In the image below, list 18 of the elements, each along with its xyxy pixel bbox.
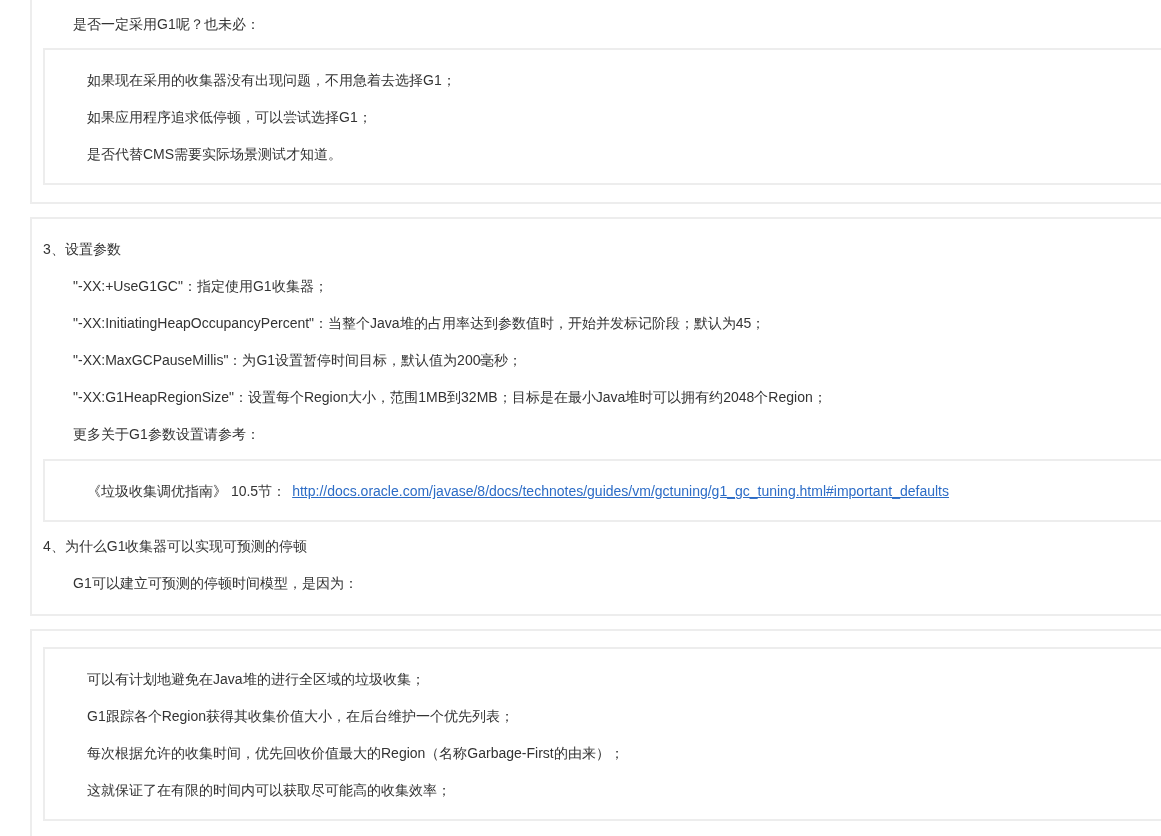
- quote-line: G1跟踪各个Region获得其收集价值大小，在后台维护一个优先列表；: [87, 707, 516, 726]
- quote-line: 如果应用程序追求低停顿，可以尝试选择G1；: [87, 108, 373, 127]
- quote-line: 是否代替CMS需要实际场景测试才知道。: [87, 145, 344, 164]
- section-heading: 4、为什么G1收集器可以实现可预测的停顿: [43, 537, 309, 556]
- reference-text: 《垃圾收集调优指南》 10.5节：: [87, 483, 287, 499]
- paragraph-text: "-XX:G1HeapRegionSize"：设置每个Region大小，范围1MB到32MB；目标是在最小Java堆时可以拥有约2048个Region；: [72, 388, 828, 407]
- quote-line: 每次根据允许的收集时间，优先回收价值最大的Region（名称Garbage-First的由来）；: [87, 744, 625, 763]
- paragraph-text: "-XX:+UseG1GC"：指定使用G1收集器；: [72, 277, 329, 296]
- paragraph-text: "-XX:MaxGCPauseMillis"：为G1设置暂停时间目标，默认值为200毫秒；: [72, 351, 524, 370]
- paragraph-text: G1可以建立可预测的停顿时间模型，是因为：: [72, 574, 359, 593]
- paragraph-text: 是否一定采用G1呢？也未必：: [72, 15, 261, 34]
- paragraph-text: 更多关于G1参数设置请参考：: [72, 425, 261, 444]
- section-heading: 3、设置参数: [43, 240, 122, 259]
- quote-line: 这就保证了在有限的时间内可以获取尽可能高的收集效率；: [87, 781, 452, 800]
- quote-line: 如果现在采用的收集器没有出现问题，不用急着去选择G1；: [87, 71, 457, 90]
- quote-line: 可以有计划地避免在Java堆的进行全区域的垃圾收集；: [87, 670, 426, 689]
- paragraph-text: "-XX:InitiatingHeapOccupancyPercent"：当整个Java堆的占用率达到参数值时，开始并发标记阶段；默认为45；: [72, 314, 767, 333]
- docs-link[interactable]: http://docs.oracle.com/javase/8/docs/technotes/guides/vm/gctuning/g1_gc_tuning.html#important_defaults: [292, 483, 949, 499]
